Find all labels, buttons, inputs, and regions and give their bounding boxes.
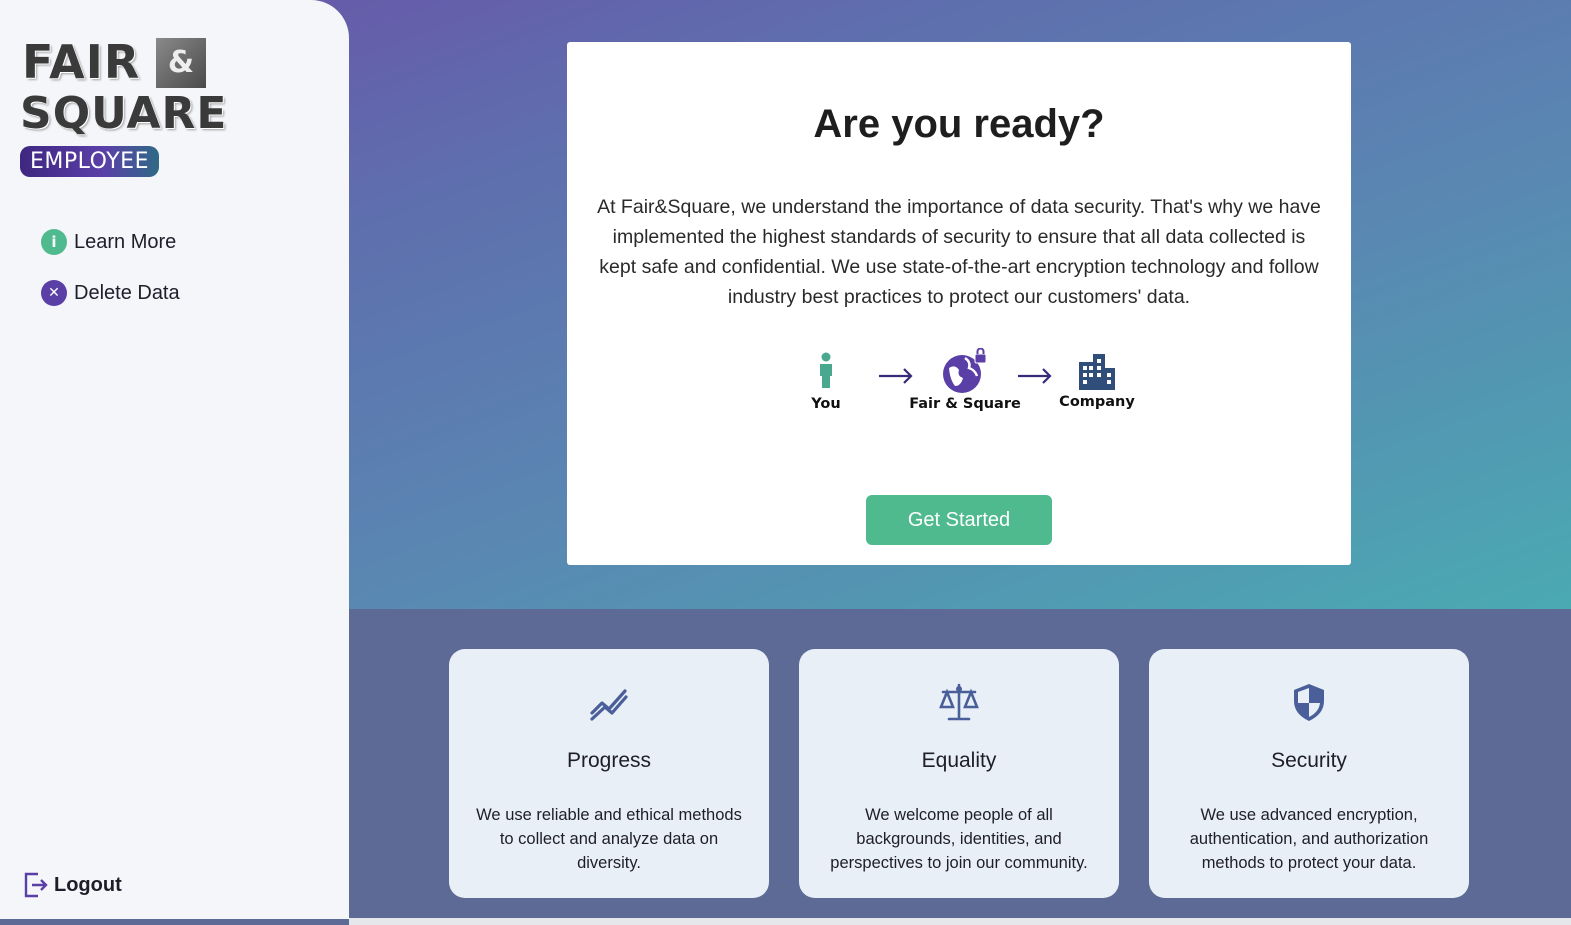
person-icon — [820, 352, 832, 388]
logo-ampersand: & — [156, 38, 206, 88]
secure-globe-icon — [943, 348, 987, 393]
logout-icon — [24, 872, 48, 898]
feature-description: We use advanced encryption, authenticati… — [1189, 806, 1429, 872]
logout-button[interactable]: Logout — [23, 871, 122, 899]
feature-description: We welcome people of all backgrounds, id… — [830, 806, 1088, 872]
feature-title: Equality — [921, 749, 997, 772]
feature-title: Progress — [566, 749, 652, 772]
flow-node-company: Company — [1057, 348, 1137, 410]
feature-title: Security — [1271, 749, 1347, 772]
feature-description: We use reliable and ethical methods to c… — [476, 806, 742, 872]
data-flow-diagram: You Fair & Square Company — [567, 348, 1351, 438]
flow-node-fair-square: Fair & Square — [909, 348, 1021, 412]
logo-word-square: SQUARE — [20, 88, 228, 139]
close-circle-icon: ✕ — [41, 280, 67, 306]
flow-label: You — [811, 396, 841, 412]
brand-logo[interactable]: FAIR & SQUARE EMPLOYEE — [20, 35, 226, 178]
intro-text: At Fair&Square, we understand the import… — [597, 196, 1321, 308]
page-title: Are you ready? — [813, 102, 1105, 146]
intro-card: Are you ready? At Fair&Square, we unders… — [567, 42, 1351, 565]
sidebar: FAIR & SQUARE EMPLOYEE i Learn More ✕ De… — [0, 0, 349, 919]
logout-label: Logout — [54, 873, 122, 896]
feature-card-security: Security We use advanced encryption, aut… — [1149, 649, 1469, 898]
scales-icon — [939, 683, 979, 721]
feature-card-progress: Progress We use reliable and ethical met… — [449, 649, 769, 898]
logo-word-fair: FAIR — [22, 35, 141, 89]
sidebar-item-label: Delete Data — [74, 281, 180, 304]
flow-label: Company — [1059, 394, 1135, 410]
sidebar-item-label: Learn More — [74, 230, 177, 253]
building-icon — [1079, 354, 1115, 390]
arrow-right-icon — [1018, 368, 1052, 384]
flow-label: Fair & Square — [909, 396, 1021, 412]
role-badge: EMPLOYEE — [20, 146, 159, 177]
window-bottom-edge — [349, 918, 1571, 925]
sidebar-item-delete-data[interactable]: ✕ Delete Data — [41, 279, 180, 307]
get-started-button[interactable]: Get Started — [866, 495, 1052, 545]
feature-card-equality: Equality We welcome people of all backgr… — [799, 649, 1119, 898]
flow-node-you: You — [796, 348, 856, 412]
info-icon: i — [41, 229, 67, 255]
sidebar-item-learn-more[interactable]: i Learn More — [41, 228, 176, 256]
shield-icon — [1294, 684, 1324, 721]
trend-up-icon — [590, 689, 628, 721]
